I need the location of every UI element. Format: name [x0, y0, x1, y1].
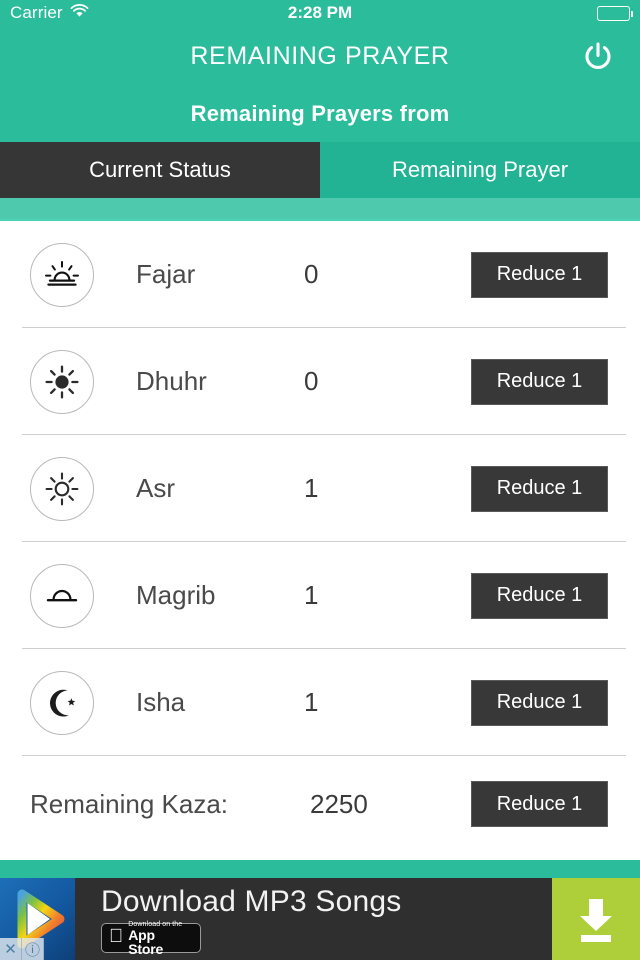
- subtitle-label: Remaining Prayers from: [190, 101, 450, 126]
- navigation-bar: REMAINING PRAYER: [0, 26, 640, 86]
- tab-remaining-prayer[interactable]: Remaining Prayer: [320, 142, 640, 198]
- prayer-name: Fajar: [136, 259, 196, 289]
- status-bar-left: Carrier: [10, 3, 89, 23]
- prayer-name: Isha: [136, 687, 186, 717]
- reduce-button[interactable]: Reduce 1: [471, 251, 608, 298]
- prayer-name: Asr: [136, 473, 175, 503]
- ad-top-strip: [0, 860, 640, 878]
- table-row: Asr 1 Reduce 1: [0, 435, 640, 542]
- table-row: Fajar 0 Reduce 1: [0, 221, 640, 328]
- table-row: Magrib 1 Reduce 1: [0, 542, 640, 649]
- sun-filled-icon: [30, 349, 94, 414]
- prayer-name: Dhuhr: [136, 366, 207, 396]
- ad-content: Download MP3 Songs  Download on the App…: [75, 878, 552, 960]
- apple-logo-icon: : [109, 927, 123, 946]
- prayer-count: 1: [304, 687, 319, 717]
- download-icon[interactable]: [552, 878, 640, 960]
- remaining-kaza-label: Remaining Kaza:: [30, 788, 228, 819]
- reduce-button[interactable]: Reduce 1: [471, 572, 608, 619]
- status-bar-right: [597, 5, 633, 21]
- sun-outline-icon: [30, 456, 94, 521]
- prayer-count: 1: [304, 473, 319, 503]
- carrier-label: Carrier: [10, 3, 63, 22]
- remaining-kaza-count: 2250: [310, 788, 368, 819]
- subtitle-bar: Remaining Prayers from: [0, 86, 640, 142]
- prayer-name: Magrib: [136, 580, 216, 610]
- table-row: Dhuhr 0 Reduce 1: [0, 328, 640, 435]
- tab-current-status[interactable]: Current Status: [0, 142, 320, 198]
- tab-underline-strip: [0, 198, 640, 219]
- prayer-list: Fajar 0 Reduce 1 Dhuhr 0 Reduce 1 Asr 1 …: [0, 221, 640, 860]
- prayer-count: 0: [304, 366, 319, 396]
- reduce-button[interactable]: Reduce 1: [471, 679, 608, 726]
- reduce-button[interactable]: Reduce 1: [471, 358, 608, 405]
- ad-title: Download MP3 Songs: [101, 885, 402, 918]
- clock-label: 2:28 PM: [287, 3, 353, 22]
- power-icon[interactable]: [578, 36, 618, 76]
- ad-close-icon[interactable]: ✕: [0, 938, 22, 960]
- app-store-badge[interactable]:  Download on the App Store: [101, 921, 201, 956]
- table-row: Isha 1 Reduce 1: [0, 649, 640, 756]
- sunset-icon: [30, 563, 94, 628]
- tab-bar: Current Status Remaining Prayer: [0, 142, 640, 198]
- battery-full-icon: [597, 5, 633, 21]
- ad-banner[interactable]: ✕ ⓘ Download MP3 Songs  Download on the…: [0, 878, 640, 960]
- wifi-icon: [70, 3, 89, 23]
- moon-star-icon: [30, 670, 94, 735]
- app-store-big-label: App Store: [114, 928, 180, 956]
- app-screen: Carrier 2:28 PM REMAINING PRAYER Remaini…: [0, 0, 640, 960]
- reduce-button[interactable]: Reduce 1: [471, 781, 608, 827]
- status-bar: Carrier 2:28 PM: [0, 0, 640, 26]
- ad-controls: ✕ ⓘ: [0, 938, 44, 960]
- prayer-count: 1: [304, 580, 319, 610]
- prayer-count: 0: [304, 259, 319, 289]
- sunrise-icon: [30, 242, 94, 307]
- play-triangle-icon: ✕ ⓘ: [0, 878, 75, 960]
- remaining-kaza-row: Remaining Kaza: 2250 Reduce 1: [0, 756, 640, 852]
- page-title: REMAINING PRAYER: [190, 41, 450, 70]
- reduce-button[interactable]: Reduce 1: [471, 465, 608, 512]
- ad-info-icon[interactable]: ⓘ: [22, 938, 44, 960]
